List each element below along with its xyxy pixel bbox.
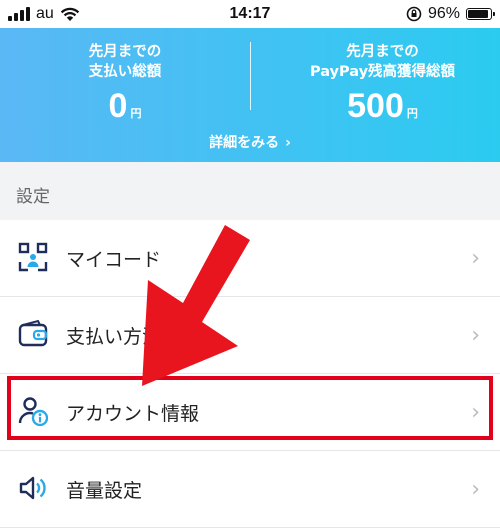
chevron-right-icon: › (285, 135, 291, 151)
status-right: 96% (406, 5, 495, 23)
chevron-right-icon: › (471, 322, 480, 348)
orientation-lock-icon (406, 6, 422, 22)
payment-total-label-2: 支払い総額 (88, 64, 162, 80)
settings-item-payment-method[interactable]: 支払い方法 › (0, 297, 500, 374)
payment-total-unit: 円 (130, 108, 142, 120)
payment-total-amount-row: 0円 (40, 88, 210, 132)
settings-section-title: 設定 (16, 187, 50, 207)
settings-item-label: 音量設定 (66, 479, 143, 502)
payment-total-label-1: 先月までの (88, 44, 162, 60)
battery-percent: 96% (427, 5, 460, 22)
highlight-box (7, 376, 493, 440)
balance-earned-block: 先月までの PayPay残高獲得総額 500 円 (285, 42, 480, 132)
payment-total-block: 先月までの 支払い総額 0円 (40, 42, 210, 132)
chevron-right-icon: › (471, 476, 480, 502)
chevron-right-icon: › (471, 245, 480, 271)
balance-earned-amount-row: 500 円 (285, 88, 480, 132)
payment-total-amount: 0 (108, 87, 128, 125)
balance-earned-unit: 円 (406, 108, 418, 120)
settings-list: マイコード › 支払い方法 › アカウント情報 › 音量設定 › (0, 220, 500, 528)
qr-code-icon (18, 242, 48, 272)
balance-earned-label-2: PayPay残高獲得総額 (309, 64, 456, 80)
header-divider (250, 42, 251, 110)
summary-header: 先月までの 支払い総額 0円 先月までの PayPay残高獲得総額 500 円 詳… (0, 28, 500, 162)
settings-item-label: 支払い方法 (66, 325, 162, 348)
balance-earned-amount: 500 (347, 87, 404, 125)
battery-icon (466, 8, 495, 20)
status-bar: au 14:17 96% (0, 0, 500, 28)
settings-item-label: マイコード (66, 248, 162, 271)
wallet-icon (18, 319, 48, 347)
settings-item-my-code[interactable]: マイコード › (0, 220, 500, 297)
balance-earned-label-1: 先月までの (346, 44, 419, 60)
details-link[interactable]: 詳細をみる › (0, 132, 500, 152)
details-link-label: 詳細をみる (209, 135, 280, 151)
volume-icon (19, 476, 46, 500)
settings-item-volume[interactable]: 音量設定 › (0, 451, 500, 528)
